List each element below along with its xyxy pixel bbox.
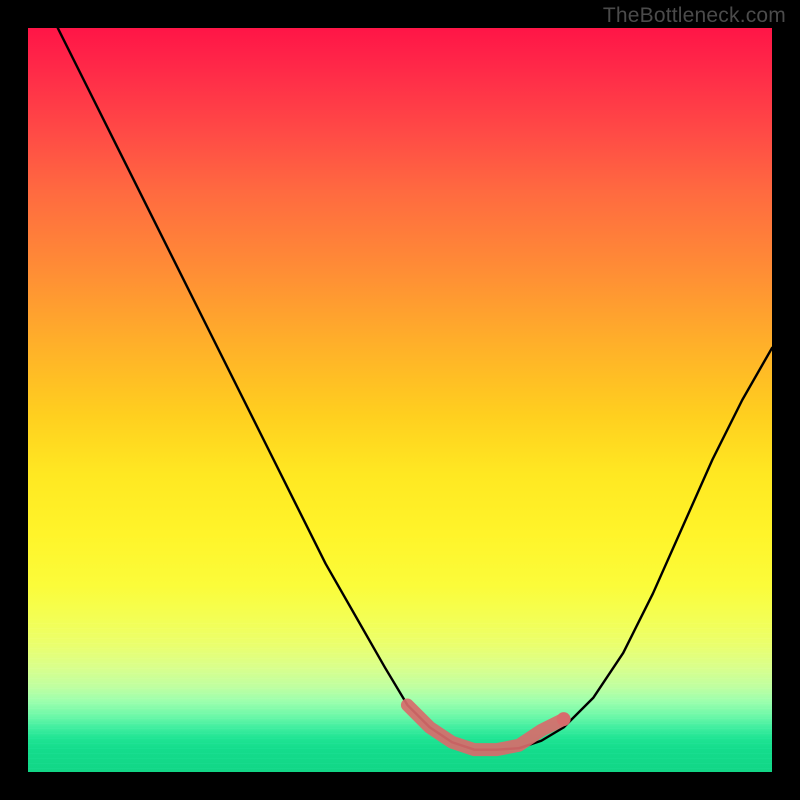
curve-layer (28, 28, 772, 772)
plot-area (28, 28, 772, 772)
watermark-text: TheBottleneck.com (603, 4, 786, 28)
highlight-segment (407, 705, 563, 750)
highlight-end-dot (557, 712, 571, 726)
chart-frame: TheBottleneck.com (0, 0, 800, 800)
bottleneck-curve (58, 28, 772, 750)
